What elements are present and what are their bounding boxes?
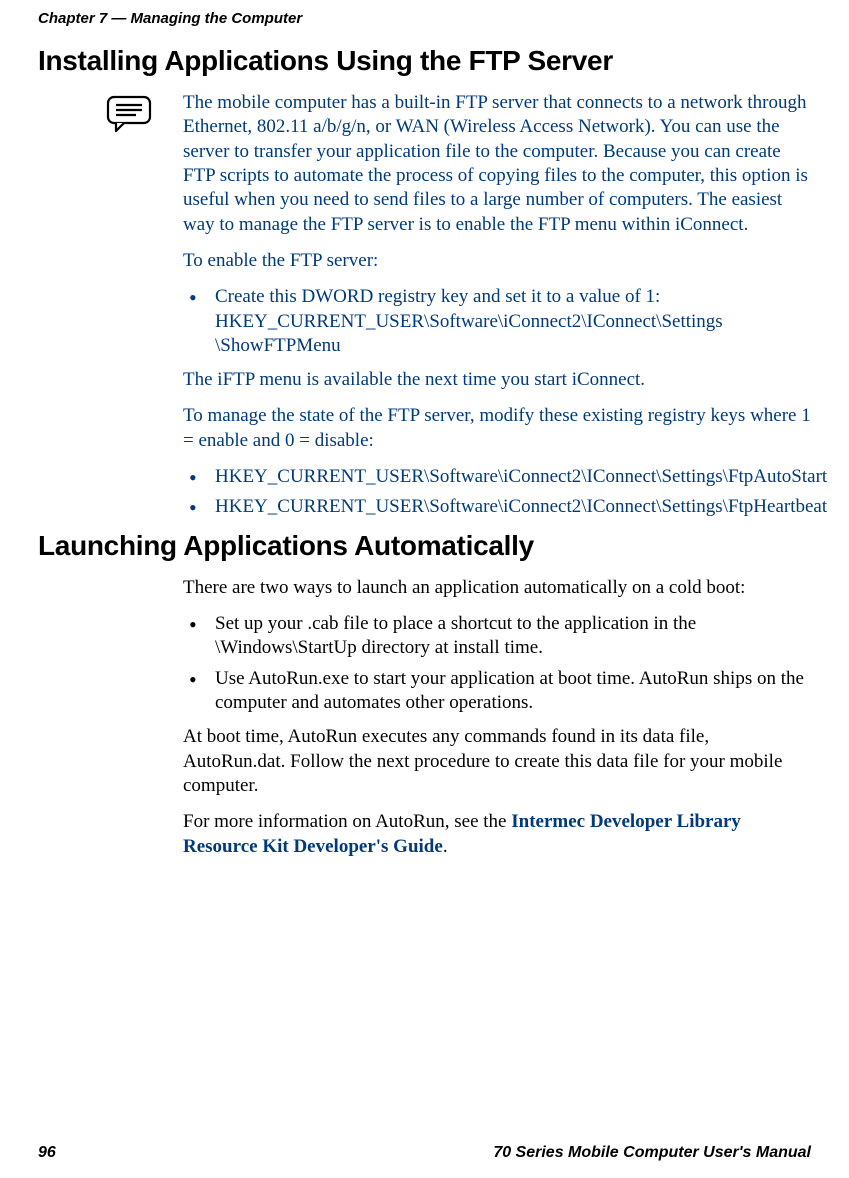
more-info-paragraph: For more information on AutoRun, see the… bbox=[183, 810, 811, 859]
section-title-launching: Launching Applications Automatically bbox=[38, 530, 811, 562]
manage-intro: To manage the state of the FTP server, m… bbox=[183, 404, 811, 453]
bullet-text-line1: Create this DWORD registry key and set i… bbox=[215, 286, 660, 307]
launch-intro: There are two ways to launch an applicat… bbox=[183, 576, 811, 600]
note-icon bbox=[38, 91, 183, 138]
iftp-note: The iFTP menu is available the next time… bbox=[183, 368, 811, 392]
bullet-text-line3: \ShowFTPMenu bbox=[215, 335, 341, 356]
page-number: 96 bbox=[38, 1144, 56, 1162]
autorun-paragraph: At boot time, AutoRun executes any comma… bbox=[183, 725, 811, 798]
enable-intro: To enable the FTP server: bbox=[183, 249, 811, 273]
more-info-suffix: . bbox=[443, 836, 448, 857]
launch-bullet-cab: Set up your .cab file to place a shortcu… bbox=[183, 612, 811, 661]
registry-bullet-heartbeat: HKEY_CURRENT_USER\Software\iConnect2\ICo… bbox=[183, 495, 811, 519]
manual-title: 70 Series Mobile Computer User's Manual bbox=[493, 1144, 811, 1162]
registry-bullet-autostart: HKEY_CURRENT_USER\Software\iConnect2\ICo… bbox=[183, 465, 811, 489]
more-info-prefix: For more information on AutoRun, see the bbox=[183, 811, 511, 832]
section-title-ftp: Installing Applications Using the FTP Se… bbox=[38, 45, 811, 77]
bullet-text-line2: HKEY_CURRENT_USER\Software\iConnect2\ICo… bbox=[215, 311, 723, 332]
registry-bullet-showftp: Create this DWORD registry key and set i… bbox=[183, 285, 811, 358]
chapter-header: Chapter 7 — Managing the Computer bbox=[38, 0, 811, 45]
note-paragraph: The mobile computer has a built-in FTP s… bbox=[183, 91, 811, 237]
launch-bullet-autorun: Use AutoRun.exe to start your applicatio… bbox=[183, 667, 811, 716]
